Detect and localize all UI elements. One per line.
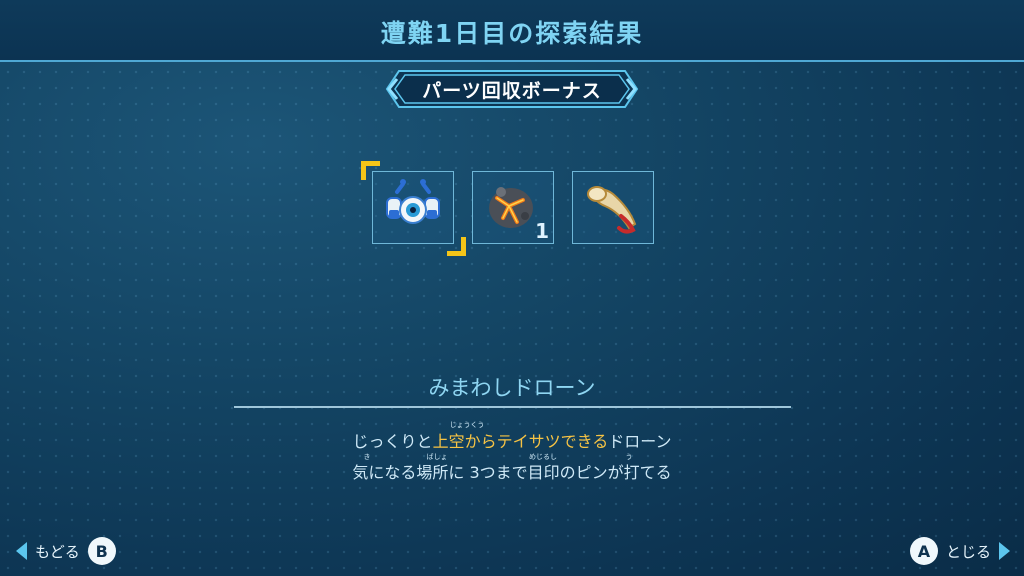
item-slot-horn[interactable] — [572, 171, 654, 244]
detail-divider — [234, 406, 791, 408]
a-button-icon[interactable]: A — [909, 537, 938, 565]
banner-label: パーツ回収ボーナス — [422, 80, 602, 102]
back-label: もどる — [35, 542, 80, 561]
back-control[interactable]: もどる B — [16, 537, 116, 565]
item-count: 1 — [535, 219, 549, 243]
horn-icon — [587, 186, 637, 234]
header-divider — [0, 60, 1024, 62]
close-control[interactable]: A とじる — [909, 537, 1010, 565]
desc-pre: じっくりと — [352, 432, 433, 451]
desc-highlight: 上空からテイサツできる — [432, 432, 609, 451]
description-line-1: じっくりと上空からテイサツできるドローン — [0, 428, 1024, 452]
page-title: 遭難1日目の探索結果 — [380, 19, 644, 48]
arrow-right-icon — [999, 542, 1010, 560]
item-slot-lava-rock[interactable]: 1 — [472, 171, 554, 244]
description-line-2: 気になる場所に 3つまで目印のピンが打てる — [352, 463, 672, 482]
item-slot-drone[interactable] — [372, 171, 454, 244]
close-label: とじる — [945, 542, 991, 561]
b-button-icon[interactable]: B — [87, 537, 116, 565]
section-banner: パーツ回収ボーナス — [385, 70, 639, 108]
selection-corner-bottom-right — [447, 237, 466, 256]
selection-corner-top-left — [361, 161, 380, 180]
desc-post: ドローン — [608, 432, 672, 451]
scout-drone-icon — [386, 179, 440, 224]
arrow-left-icon — [16, 542, 27, 560]
item-name: みまわしドローン — [428, 376, 596, 400]
